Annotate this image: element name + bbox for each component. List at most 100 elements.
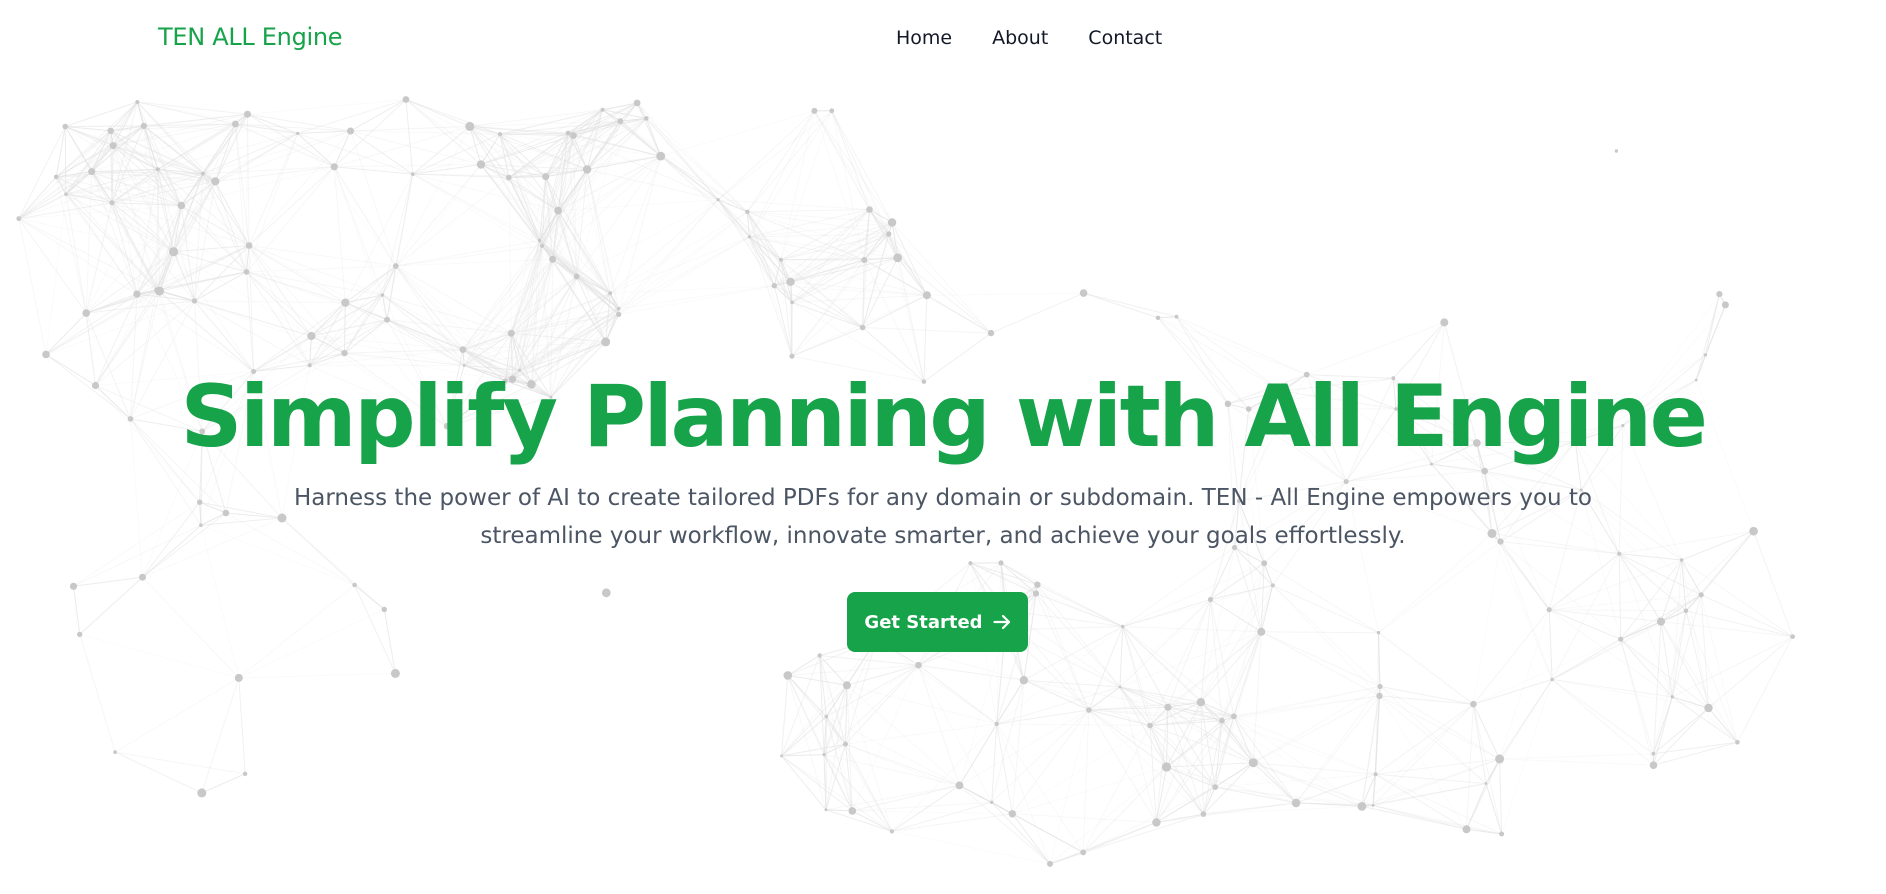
network-node bbox=[1703, 353, 1708, 357]
nav-link-about[interactable]: About bbox=[992, 26, 1048, 50]
network-link bbox=[1253, 686, 1381, 764]
network-node bbox=[459, 346, 467, 353]
network-node bbox=[716, 198, 720, 202]
network-link bbox=[200, 371, 255, 526]
nav-link-contact[interactable]: Contact bbox=[1088, 26, 1162, 50]
network-node bbox=[968, 561, 973, 566]
network-link bbox=[1753, 531, 1794, 637]
network-link bbox=[1372, 804, 1502, 835]
network-node bbox=[1373, 772, 1378, 777]
network-link bbox=[891, 222, 992, 334]
network-link bbox=[781, 755, 827, 811]
network-link bbox=[130, 418, 143, 578]
network-node bbox=[570, 132, 577, 139]
network-link bbox=[1575, 441, 1682, 561]
network-node bbox=[656, 151, 666, 161]
network-link bbox=[1660, 621, 1738, 743]
network-link bbox=[1618, 553, 1673, 698]
network-link bbox=[281, 517, 355, 586]
network-link bbox=[18, 218, 47, 355]
network-link bbox=[609, 211, 748, 294]
network-link bbox=[1378, 632, 1474, 705]
network-node bbox=[617, 118, 624, 124]
network-link bbox=[45, 312, 87, 355]
network-link bbox=[996, 723, 1013, 814]
network-link bbox=[238, 677, 246, 774]
network-link bbox=[95, 290, 160, 386]
brand-logo-link[interactable]: TEN ALL Engine bbox=[158, 22, 343, 52]
network-link bbox=[333, 166, 346, 303]
network-link bbox=[746, 110, 815, 213]
network-link bbox=[1499, 758, 1654, 766]
network-node bbox=[1032, 590, 1040, 597]
network-link bbox=[780, 110, 833, 260]
network-link bbox=[1346, 442, 1477, 483]
network-link bbox=[73, 501, 200, 587]
network-link bbox=[1272, 584, 1379, 634]
network-node bbox=[64, 192, 68, 196]
get-started-button[interactable]: Get Started bbox=[847, 592, 1028, 652]
network-link bbox=[1122, 584, 1273, 627]
network-node bbox=[53, 174, 59, 180]
network-link bbox=[200, 524, 355, 586]
network-link bbox=[446, 383, 532, 427]
network-link bbox=[1622, 354, 1706, 426]
network-node bbox=[243, 269, 250, 275]
network-node bbox=[1621, 423, 1625, 428]
network-link bbox=[1392, 322, 1445, 379]
network-node bbox=[392, 263, 399, 269]
network-link bbox=[891, 830, 1051, 865]
network-node bbox=[1219, 717, 1225, 724]
network-node bbox=[824, 808, 828, 812]
network-link bbox=[1233, 563, 1265, 717]
network-node bbox=[998, 560, 1004, 566]
network-link bbox=[1431, 322, 1445, 465]
network-link bbox=[508, 102, 638, 178]
network-link bbox=[1392, 377, 1486, 472]
network-node bbox=[384, 316, 391, 323]
network-node bbox=[747, 235, 752, 239]
network-node bbox=[347, 127, 354, 135]
network-link bbox=[1227, 403, 1240, 502]
nav-link-home[interactable]: Home bbox=[896, 26, 952, 50]
network-node bbox=[42, 350, 50, 359]
network-link bbox=[645, 118, 750, 238]
network-node bbox=[1231, 713, 1237, 720]
network-link bbox=[1049, 766, 1167, 865]
network-link bbox=[1695, 379, 1755, 532]
network-link bbox=[354, 584, 396, 674]
network-link bbox=[852, 801, 992, 812]
network-link bbox=[201, 371, 254, 432]
network-node bbox=[242, 771, 248, 776]
network-link bbox=[344, 302, 346, 354]
network-node bbox=[1034, 581, 1041, 588]
network-node bbox=[380, 293, 385, 297]
network-link bbox=[891, 813, 1013, 832]
network-node bbox=[1207, 596, 1214, 603]
network-node bbox=[1047, 860, 1053, 867]
network-node bbox=[893, 253, 903, 263]
network-link bbox=[1306, 374, 1394, 379]
network-node bbox=[633, 99, 641, 107]
network-link bbox=[130, 300, 195, 420]
network-link bbox=[395, 164, 482, 267]
network-link bbox=[1000, 562, 1038, 586]
network-link bbox=[1500, 541, 1620, 555]
network-link bbox=[787, 655, 820, 676]
network-node bbox=[1080, 849, 1087, 856]
network-link bbox=[344, 265, 397, 354]
network-node bbox=[1550, 677, 1554, 682]
network-link bbox=[813, 110, 893, 223]
network-link bbox=[201, 335, 312, 432]
network-node bbox=[1651, 751, 1656, 756]
network-node bbox=[169, 247, 179, 257]
network-link bbox=[1548, 609, 1673, 698]
network-node bbox=[1749, 526, 1758, 536]
network-link bbox=[831, 110, 870, 210]
network-link bbox=[923, 332, 992, 383]
network-link bbox=[550, 259, 554, 398]
network-link bbox=[990, 292, 1084, 334]
network-link bbox=[1295, 686, 1381, 804]
network-link bbox=[1012, 813, 1084, 853]
network-link bbox=[923, 295, 928, 382]
